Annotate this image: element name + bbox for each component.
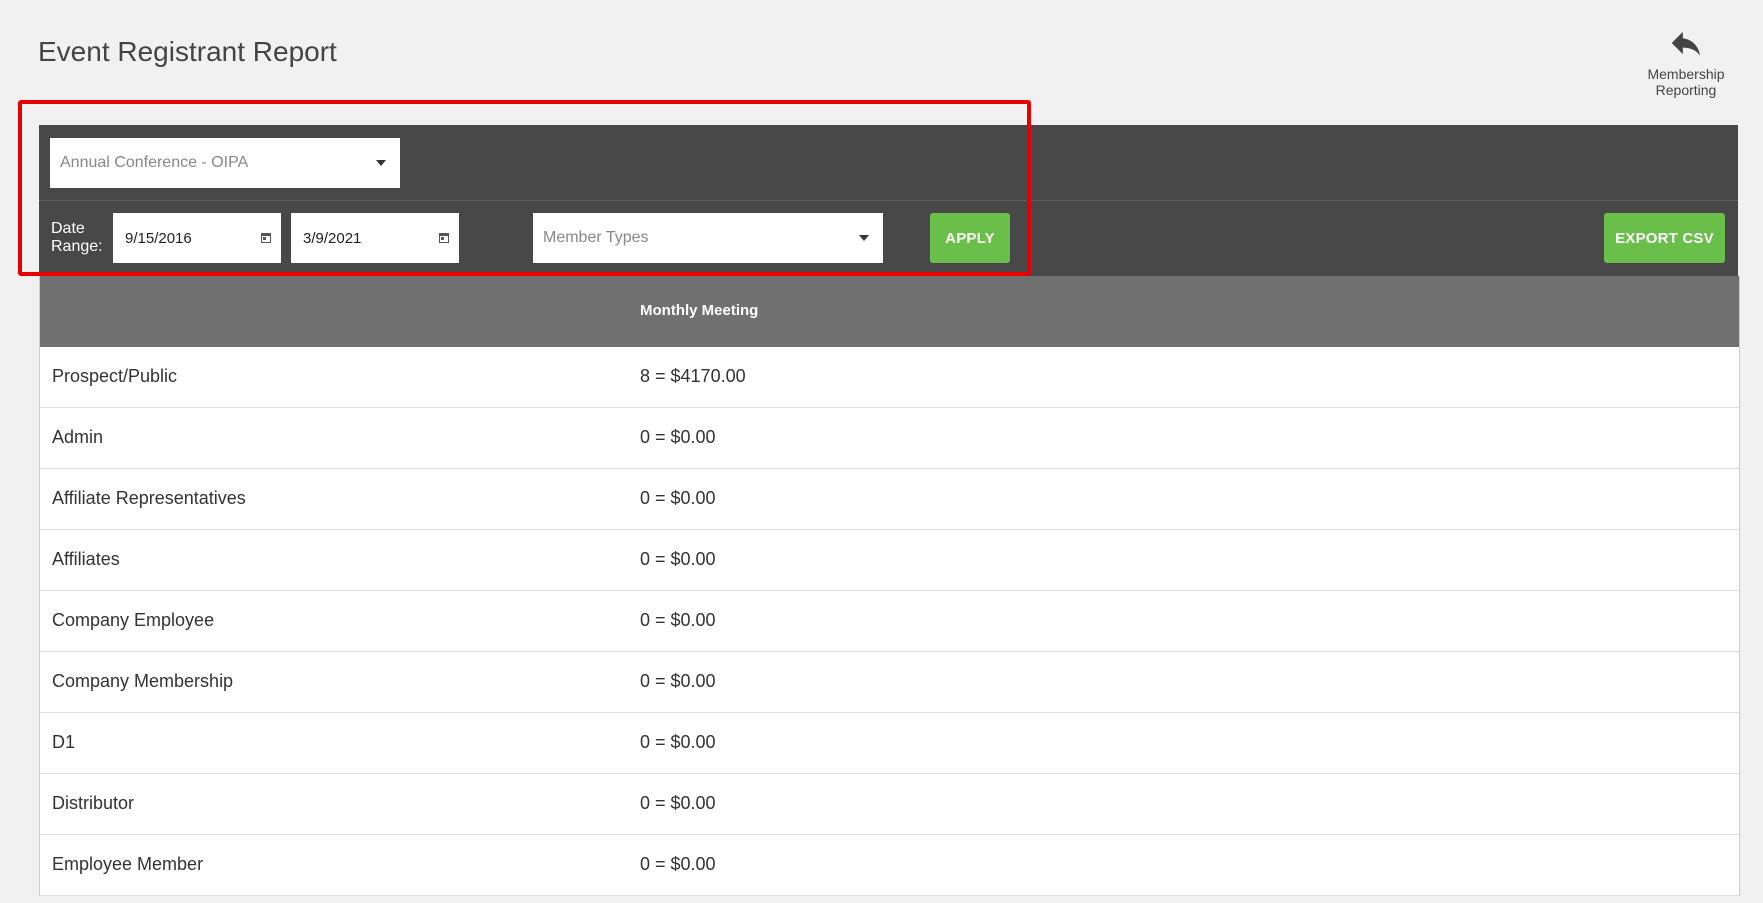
event-select-value: Annual Conference - OIPA <box>60 154 249 171</box>
date-range-label-line2: Range: <box>51 238 103 255</box>
start-date-value: 9/15/2016 <box>125 229 192 247</box>
calendar-icon[interactable] <box>439 233 449 243</box>
chevron-down-icon <box>376 160 386 166</box>
member-types-select[interactable]: Member Types <box>533 213 883 263</box>
member-type-cell: Prospect/Public <box>52 366 178 386</box>
registrant-total-cell: 0 = $0.00 <box>640 671 716 691</box>
apply-button[interactable]: APPLY <box>930 213 1010 263</box>
table-row: Admin 0 = $0.00 <box>40 408 1739 469</box>
member-type-cell: Company Membership <box>52 671 234 691</box>
table-row: Company Employee 0 = $0.00 <box>40 591 1739 652</box>
chevron-down-icon <box>859 235 869 241</box>
start-date-input[interactable]: 9/15/2016 <box>113 213 281 263</box>
member-type-cell: Affiliate Representatives <box>52 488 246 508</box>
page-title: Event Registrant Report <box>38 36 337 67</box>
filter-panel: Annual Conference - OIPA Date Range: 9/1… <box>39 125 1738 276</box>
table-row: Prospect/Public 8 = $4170.00 <box>40 347 1739 408</box>
report-table: Monthly Meeting Prospect/Public 8 = $4170… <box>39 276 1740 896</box>
export-csv-button[interactable]: EXPORT CSV <box>1604 213 1725 263</box>
member-type-cell: Employee Member <box>52 854 204 874</box>
registrant-total-cell: 8 = $4170.00 <box>640 366 746 386</box>
registrant-total-cell: 0 = $0.00 <box>640 549 716 569</box>
table-row: Affiliate Representatives 0 = $0.00 <box>40 469 1739 530</box>
date-range-label-line1: Date <box>51 220 85 237</box>
member-type-cell: Affiliates <box>52 549 120 569</box>
filter-row-event: Annual Conference - OIPA <box>39 125 1738 201</box>
column-header-event: Monthly Meeting <box>640 302 759 319</box>
filter-row-dates: Date Range: 9/15/2016 3/9/2021 Member Ty… <box>39 201 1738 276</box>
table-row: Affiliates 0 = $0.00 <box>40 530 1739 591</box>
member-type-cell: Admin <box>52 427 104 447</box>
end-date-input[interactable]: 3/9/2021 <box>291 213 459 263</box>
member-type-cell: D1 <box>52 732 76 752</box>
registrant-total-cell: 0 = $0.00 <box>640 793 716 813</box>
calendar-icon[interactable] <box>261 233 271 243</box>
table-row: Employee Member 0 = $0.00 <box>40 835 1739 896</box>
member-types-placeholder: Member Types <box>543 229 649 246</box>
member-type-cell: Distributor <box>52 793 135 813</box>
registrant-total-cell: 0 = $0.00 <box>640 610 716 630</box>
back-link-label-line1: Membership <box>1647 66 1725 82</box>
date-range-label: Date Range: <box>51 220 103 256</box>
table-row: Company Membership 0 = $0.00 <box>40 652 1739 713</box>
table-row: Distributor 0 = $0.00 <box>40 774 1739 835</box>
member-type-cell: Company Employee <box>52 610 215 630</box>
table-header: Monthly Meeting <box>40 276 1739 347</box>
back-link-label-line2: Reporting <box>1655 82 1717 98</box>
table-body: Prospect/Public 8 = $4170.00 Admin 0 = $0.0… <box>40 347 1739 896</box>
membership-reporting-link[interactable]: Membership Reporting <box>1630 20 1742 98</box>
reply-arrow-icon <box>1671 31 1701 56</box>
registrant-total-cell: 0 = $0.00 <box>640 732 716 752</box>
event-select[interactable]: Annual Conference - OIPA <box>50 138 400 188</box>
registrant-total-cell: 0 = $0.00 <box>640 427 716 447</box>
table-row: D1 0 = $0.00 <box>40 713 1739 774</box>
registrant-total-cell: 0 = $0.00 <box>640 854 716 874</box>
end-date-value: 3/9/2021 <box>303 229 362 247</box>
registrant-total-cell: 0 = $0.00 <box>640 488 716 508</box>
